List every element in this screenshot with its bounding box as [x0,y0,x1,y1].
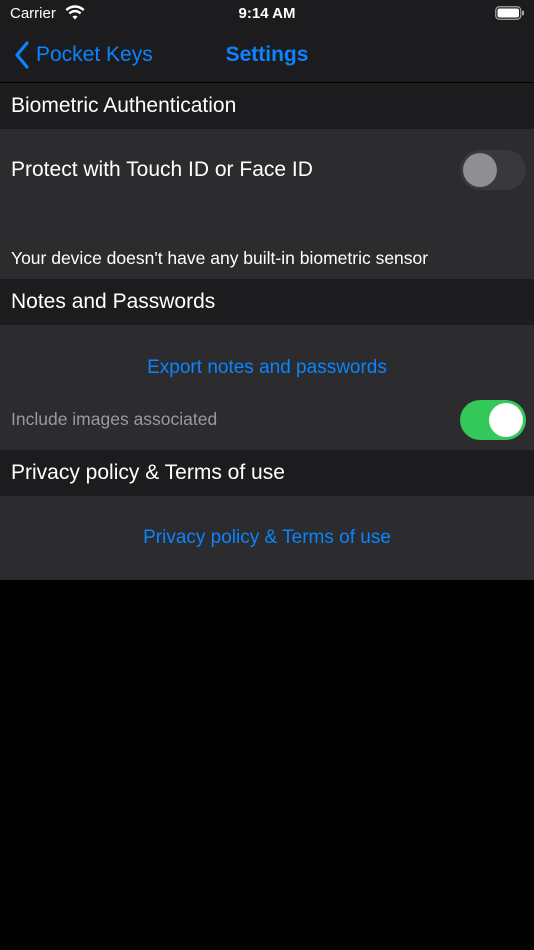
touch-id-toggle-label: Protect with Touch ID or Face ID [11,158,313,181]
toggle-knob [463,153,497,187]
back-button-label: Pocket Keys [36,43,153,66]
clock: 9:14 AM [238,5,296,22]
back-button[interactable]: Pocket Keys [14,40,153,70]
include-images-label: Include images associated [11,409,218,429]
section-header-notes: Notes and Passwords [0,279,534,325]
toggle-knob [489,403,523,437]
biometric-cell: Protect with Touch ID or Face ID Your de… [0,129,534,279]
battery-icon [495,6,524,20]
touch-id-toggle[interactable] [460,150,526,190]
export-notes-button[interactable]: Export notes and passwords [0,357,534,379]
chevron-left-icon [15,41,29,69]
privacy-policy-link[interactable]: Privacy policy & Terms of use [0,527,534,549]
notes-cell: Export notes and passwords Include image… [0,325,534,450]
status-bar: Carrier 9:14 AM [0,0,534,30]
biometric-footnote: Your device doesn't have any built-in bi… [11,248,429,268]
privacy-cell: Privacy policy & Terms of use [0,496,534,580]
section-header-biometric: Biometric Authentication [0,83,534,129]
include-images-toggle[interactable] [460,400,526,440]
navigation-bar: Pocket Keys Settings [0,30,534,82]
section-header-privacy: Privacy policy & Terms of use [0,450,534,496]
page-title: Settings [225,43,309,66]
